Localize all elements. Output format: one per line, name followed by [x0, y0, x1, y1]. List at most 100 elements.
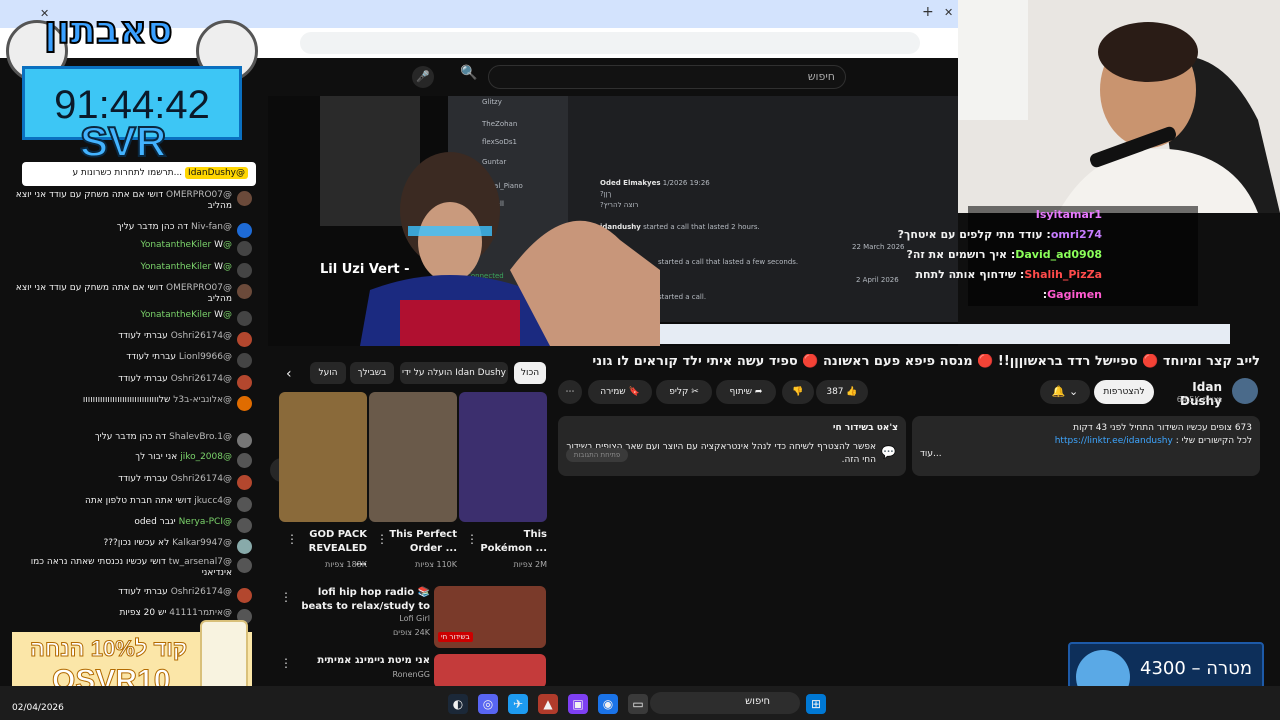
more-options-icon[interactable]: ⋮ — [466, 532, 478, 546]
video-title-rec[interactable]: אני מיטת גיימינג אמיתית — [300, 654, 430, 668]
video-channel[interactable]: Lofi Girl — [300, 614, 430, 623]
twitch-icon[interactable]: ▣ — [568, 694, 588, 714]
short-title[interactable]: This Pokémon ... — [475, 528, 547, 556]
chat-text: דה כהן מדבר עליך — [94, 432, 167, 442]
chat-avatar — [237, 475, 252, 490]
linktree-link[interactable]: https://linktr.ee/idandushy — [1055, 436, 1173, 446]
chat-text: עברתי לעודד — [126, 352, 176, 362]
file-explorer-icon[interactable]: ▭ — [628, 694, 648, 714]
chat-message: @YonatantheKiler W — [0, 262, 262, 278]
chat-text: דה כהן מדבר עליך — [116, 222, 189, 232]
search-icon[interactable]: 🔍 — [456, 65, 482, 89]
chat-text: יש 20 צפיות — [119, 608, 167, 618]
more-options-icon[interactable]: ⋮ — [376, 532, 388, 546]
video-thumbnail[interactable]: בשידור חי — [434, 586, 546, 648]
video-thumbnail[interactable] — [434, 654, 546, 688]
windows-start-icon[interactable]: ⊞ — [806, 694, 826, 714]
chip-related[interactable]: בשבילך — [350, 362, 394, 384]
short-title[interactable]: This Perfect Order ... — [385, 528, 457, 556]
chat-username: @Oshri26174 — [170, 331, 232, 341]
chevron-left-icon[interactable]: ‹ — [286, 366, 292, 382]
chat-text: עברתי לעודד — [118, 474, 168, 484]
chat-message: @Oshri26174 עברתי לעודד — [0, 331, 262, 347]
description-more[interactable]: ...עוד — [920, 448, 1252, 461]
video-channel[interactable]: RonenGG — [300, 670, 430, 679]
chat-text: W — [214, 262, 223, 272]
save-button[interactable]: שמירה 🔖 — [588, 380, 652, 404]
chat-avatar — [237, 433, 252, 448]
discord-user: TheZohan — [482, 120, 518, 128]
window-close-icon[interactable]: ✕ — [944, 6, 953, 19]
chat-text: W — [214, 310, 223, 320]
chat-text: עברתי לעודד — [118, 374, 168, 384]
chip-by-channel[interactable]: הועלה על ידי Idan Dushy — [400, 362, 508, 384]
description-links: לכל הקישורים שלי : https://linktr.ee/ida… — [1054, 436, 1252, 446]
notification-bell-icon[interactable]: 🔔 ⌄ — [1040, 380, 1090, 404]
subscribe-button[interactable]: להצטרפות — [1094, 380, 1154, 404]
chat-avatar — [237, 241, 252, 256]
open-chat-button[interactable]: פתיחת התגובות — [566, 448, 628, 462]
facecam-image — [958, 0, 1280, 213]
chat-message: @YonatantheKiler W — [0, 310, 262, 326]
like-button[interactable]: 387 👍 — [816, 380, 868, 404]
chat-avatar — [237, 558, 252, 573]
chat-username: @jiko_2008 — [180, 452, 232, 462]
share-label: שיתוף — [729, 387, 753, 397]
app-icon[interactable]: ▲ — [538, 694, 558, 714]
short-views: 110K צפיות — [414, 560, 457, 569]
share-button[interactable]: שיתוף ➦ — [716, 380, 776, 404]
more-options-icon[interactable]: ⋮ — [280, 656, 292, 670]
channel-avatar[interactable] — [1232, 378, 1258, 404]
overlay-chat-row: Shalih_PizZa: שידחוף אותה לתחת — [915, 268, 1102, 281]
chat-username: @Nerya-PCI — [178, 517, 232, 527]
discord-user: flexSoDs1 — [482, 138, 517, 146]
video-title: לייב קצר ומיוחד 🔴 ספיישל רדד בראשוןןן!! … — [592, 354, 1260, 369]
chrome-icon[interactable]: ◉ — [598, 694, 618, 714]
chat-message: @Kalkar9947 לא עכשיו נכון??? — [0, 538, 262, 554]
search-input[interactable]: חיפוש — [488, 65, 846, 89]
chip-all[interactable]: הכול — [514, 362, 546, 384]
like-count: 387 — [826, 387, 844, 397]
chip-more[interactable]: הועל — [310, 362, 346, 384]
chat-message: @איתמר41111 יש 20 צפיות — [0, 608, 262, 624]
description-box[interactable]: 673 צופים עכשיו השידור התחיל לפני 43 דקו… — [912, 416, 1260, 476]
short-thumbnail[interactable] — [369, 392, 457, 522]
dislike-icon[interactable]: 👎 — [782, 380, 814, 404]
chat-avatar — [237, 311, 252, 326]
chat-message: @OMERPRO07 דושי אם אתה משחק עם עודד אני … — [0, 190, 262, 212]
description-stats: 673 צופים עכשיו השידור התחיל לפני 43 דקו… — [1073, 423, 1252, 433]
video-title-rec[interactable]: lofi hip hop radio 📚 beats to relax/stud… — [300, 586, 430, 614]
more-options-icon[interactable]: ⋮ — [286, 532, 298, 546]
discord-icon[interactable]: ◎ — [478, 694, 498, 714]
overlay-chat-row: Gagimen: — [1042, 288, 1102, 301]
discord-date: 22 March 2026 — [852, 243, 905, 251]
chat-text: לא עכשיו נכון??? — [103, 538, 170, 548]
mic-icon[interactable]: 🎤 — [412, 66, 434, 88]
short-thumbnail[interactable] — [459, 392, 547, 522]
stream-chat-overlay: Isyitamar1 omri274: עודד מתי קלפים עם אי… — [898, 206, 1198, 306]
clip-button[interactable]: קליפ ✂ — [656, 380, 712, 404]
omnibox[interactable] — [300, 32, 920, 54]
more-actions-button[interactable]: ⋯ — [558, 380, 582, 404]
short-thumbnail[interactable] — [279, 392, 367, 522]
steam-icon[interactable]: ◐ — [448, 694, 468, 714]
subathon-logo: סאבתון — [43, 7, 174, 53]
short-views: 188K צפיות — [324, 560, 367, 569]
chat-text: W — [214, 240, 223, 250]
more-options-icon[interactable]: ⋮ — [280, 590, 292, 604]
chat-text: אני יבור לך — [135, 452, 178, 462]
video-meta: 24K צופים — [393, 628, 430, 637]
pinned-text: ...תרשמו לתחרות כשרונות ע — [72, 168, 183, 178]
chat-message: @Oshri26174 עברתי לעודד — [0, 474, 262, 490]
chat-avatar — [237, 497, 252, 512]
chat-username: @Oshri26174 — [170, 474, 232, 484]
chat-avatar — [237, 396, 252, 411]
chat-avatar — [237, 353, 252, 368]
new-tab-icon[interactable]: + — [922, 4, 934, 20]
live-chat-title: צ'אט בשידור חי — [832, 423, 898, 433]
overlay-chat-row: omri274: עודד מתי קלפים עם איטחך? — [897, 228, 1102, 241]
taskbar-search[interactable]: חיפוש — [650, 692, 800, 714]
app-icon[interactable]: ✈ — [508, 694, 528, 714]
chat-username: @איתמר41111 — [169, 608, 232, 618]
clip-label: קליפ — [669, 387, 689, 397]
